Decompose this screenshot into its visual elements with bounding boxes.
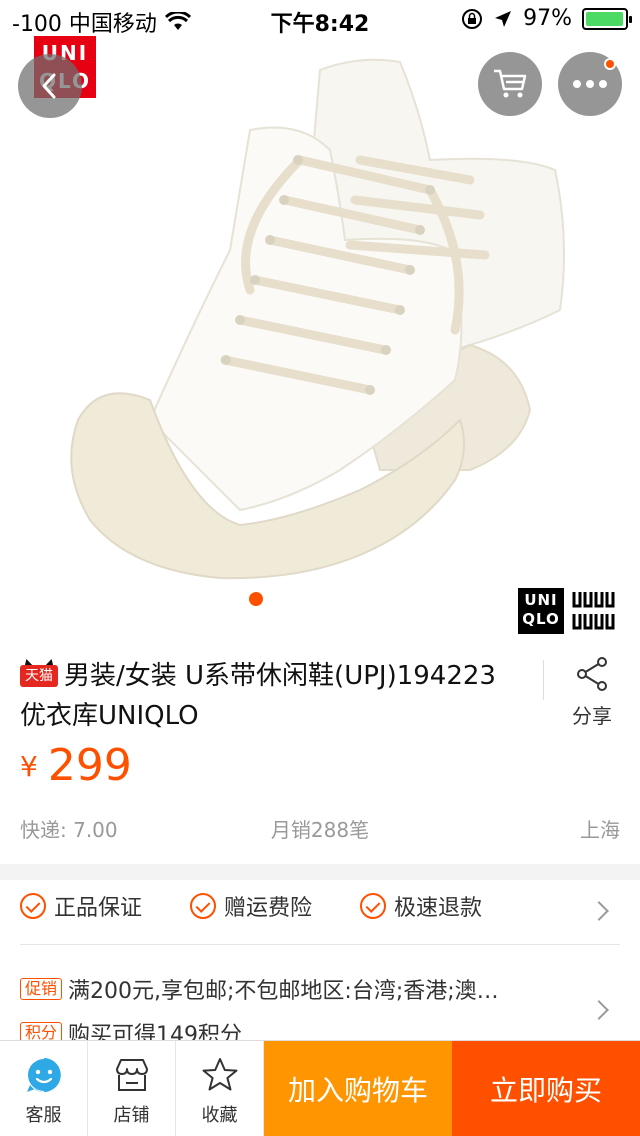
tmall-icon: 天猫 bbox=[20, 659, 58, 687]
back-button[interactable] bbox=[18, 54, 82, 118]
promo-text: 满200元,享包邮;不包邮地区:台湾;香港;澳… bbox=[68, 979, 499, 1004]
share-label: 分享 bbox=[572, 704, 612, 728]
back-chevron-icon bbox=[42, 73, 56, 99]
promotions[interactable]: 促销 满200元,享包邮;不包邮地区:台湾;香港;澳… 积分 购买可得149积分 bbox=[0, 945, 640, 1045]
price: ¥299 bbox=[20, 740, 132, 791]
product-title: 男装/女装 U系带休闲鞋(UPJ)194223 优衣库UNIQLO bbox=[20, 661, 496, 731]
promo-tag: 促销 bbox=[20, 978, 63, 1000]
guarantee-item: 极速退款 bbox=[360, 890, 482, 922]
guarantee-item: 赠运费险 bbox=[190, 890, 312, 922]
title-share-divider bbox=[543, 660, 544, 700]
guarantee-item: 正品保证 bbox=[20, 890, 142, 922]
service-label: 客服 bbox=[25, 1105, 62, 1126]
store-icon bbox=[115, 1059, 148, 1091]
section-gap bbox=[0, 864, 640, 880]
battery-icon bbox=[582, 7, 632, 30]
notification-dot bbox=[604, 58, 616, 70]
more-button[interactable] bbox=[558, 52, 622, 116]
share-icon bbox=[577, 657, 607, 691]
favorite-tab[interactable]: 收藏 bbox=[176, 1041, 264, 1136]
uniqlo-kana-logo bbox=[570, 588, 620, 634]
product-image bbox=[70, 58, 565, 580]
battery-percent: 97% bbox=[523, 6, 572, 31]
status-right: 97% bbox=[461, 6, 632, 31]
chevron-right-icon bbox=[589, 1000, 609, 1020]
location-arrow-icon bbox=[495, 10, 512, 27]
product-info: 天猫 男装/女装 U系带休闲鞋(UPJ)194223 优衣库UNIQLO 分享 … bbox=[0, 640, 640, 864]
currency-symbol: ¥ bbox=[20, 750, 38, 783]
product-meta: 快递: 7.00 月销288笔 上海 bbox=[20, 814, 620, 843]
promo-row: 促销 满200元,享包邮;不包邮地区:台湾;香港;澳… bbox=[20, 973, 499, 1005]
store-label: 店铺 bbox=[113, 1105, 150, 1126]
more-icon bbox=[573, 80, 607, 88]
guarantee-label: 赠运费险 bbox=[224, 896, 313, 921]
price-value: 299 bbox=[47, 740, 132, 791]
ship-from-location: 上海 bbox=[580, 818, 620, 842]
product-gallery[interactable]: UNI QLO UNI QLO bbox=[0, 0, 640, 640]
star-icon bbox=[202, 1058, 237, 1091]
status-bar: -100 中国移动 下午8:42 97% bbox=[0, 0, 640, 40]
guarantee-label: 极速退款 bbox=[394, 896, 483, 921]
gallery-page-indicator bbox=[249, 592, 263, 606]
bottom-action-bar: 客服 店铺 收藏 加入购物车 立即购买 bbox=[0, 1040, 640, 1136]
favorite-label: 收藏 bbox=[201, 1105, 238, 1126]
monthly-sales: 月销288笔 bbox=[270, 818, 370, 842]
service-guarantees[interactable]: 正品保证 赠运费险 极速退款 bbox=[0, 880, 640, 944]
guarantee-label: 正品保证 bbox=[54, 896, 143, 921]
add-to-cart-button[interactable]: 加入购物车 bbox=[264, 1041, 452, 1136]
service-tab[interactable]: 客服 bbox=[0, 1041, 88, 1136]
product-title-row[interactable]: 天猫 男装/女装 U系带休闲鞋(UPJ)194223 优衣库UNIQLO bbox=[20, 656, 530, 736]
chevron-right-icon bbox=[589, 901, 609, 921]
share-button[interactable]: 分享 bbox=[560, 656, 624, 729]
check-circle-icon bbox=[360, 893, 386, 919]
check-circle-icon bbox=[190, 893, 216, 919]
tmall-badge-text: 天猫 bbox=[20, 665, 58, 687]
lock-rotation-icon bbox=[462, 8, 483, 29]
store-tab[interactable]: 店铺 bbox=[88, 1041, 176, 1136]
uniqlo-logo-bottom: UNI QLO bbox=[518, 588, 564, 634]
cart-button[interactable] bbox=[478, 52, 542, 116]
service-face-icon bbox=[26, 1058, 61, 1092]
check-circle-icon bbox=[20, 893, 46, 919]
cart-icon bbox=[494, 69, 527, 98]
buy-now-button[interactable]: 立即购买 bbox=[452, 1041, 640, 1136]
